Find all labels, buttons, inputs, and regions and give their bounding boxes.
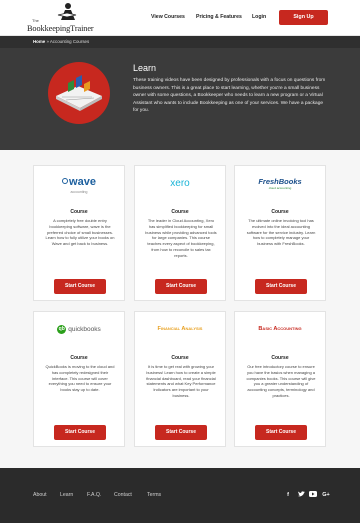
start-course-button-financial-analysis[interactable]: Start Course	[155, 425, 207, 440]
course-card-financial-analysis: Financial Analysis Course It is time to …	[134, 311, 226, 447]
logo-text: BookkeepingTrainer	[27, 24, 94, 33]
signup-button[interactable]: Sign Up	[279, 10, 328, 25]
hero-illustration	[48, 62, 110, 124]
course-card-wave: wave accounting Course A completely free…	[33, 165, 125, 301]
card-description: It is time to get real with growing your…	[146, 364, 216, 398]
site-footer: About Learn F.A.Q. Contact Terms f G+	[0, 468, 360, 523]
footer-link-contact[interactable]: Contact	[114, 492, 132, 498]
xero-logo-text: xero	[170, 177, 190, 189]
basic-accounting-logo: Basic Accounting	[235, 312, 325, 346]
freshbooks-logo-text: FreshBooks	[258, 176, 302, 186]
card-description: The ultimate online invoicing tool has e…	[246, 218, 316, 247]
card-heading: Course	[271, 209, 289, 215]
wave-logo-subtext: accounting	[70, 189, 88, 194]
wave-logo-icon	[62, 178, 69, 185]
breadcrumb-current: Accounting Courses	[49, 39, 90, 44]
card-heading: Course	[171, 355, 189, 361]
quickbooks-logo-icon: qb	[57, 324, 67, 334]
financial-analysis-logo-text: Financial Analysis	[157, 326, 203, 332]
site-logo[interactable]: The BookkeepingTrainer	[26, 2, 102, 34]
card-description: Our free introductory course to ensure y…	[246, 364, 316, 398]
nav-view-courses[interactable]: View Courses	[151, 14, 185, 20]
start-course-button-quickbooks[interactable]: Start Course	[54, 425, 106, 440]
wave-logo: wave accounting	[34, 166, 124, 200]
start-course-button-basic-accounting[interactable]: Start Course	[255, 425, 307, 440]
card-heading: Course	[70, 209, 88, 215]
reader-figure-icon	[57, 3, 77, 20]
breadcrumb-bar: Home » Accounting Courses	[0, 36, 360, 48]
card-description: The leader in Cloud Accounting, Xero has…	[145, 218, 217, 258]
card-description: QuickBooks is moving to the cloud and ha…	[45, 364, 115, 393]
logo-small-text: The	[32, 18, 39, 23]
wave-logo-text: wave	[69, 175, 96, 188]
start-course-button-freshbooks[interactable]: Start Course	[255, 279, 307, 294]
course-card-xero: xero Course The leader in Cloud Accounti…	[134, 165, 226, 301]
breadcrumb-home[interactable]: Home	[33, 39, 45, 44]
nav-pricing-features[interactable]: Pricing & Features	[196, 14, 242, 20]
freshbooks-logo: FreshBooks cloud accounting	[235, 166, 325, 200]
youtube-icon[interactable]	[309, 491, 317, 499]
course-card-quickbooks: qb quickbooks Course QuickBooks is moving…	[33, 311, 125, 447]
card-heading: Course	[171, 209, 189, 215]
course-card-freshbooks: FreshBooks cloud accounting Course The u…	[234, 165, 326, 301]
footer-link-about[interactable]: About	[33, 492, 47, 498]
site-header: The BookkeepingTrainer View Courses Pric…	[0, 0, 360, 36]
facebook-icon[interactable]: f	[284, 491, 292, 499]
financial-analysis-logo: Financial Analysis	[135, 312, 225, 346]
ledger-book-icon	[56, 75, 102, 111]
footer-link-faq[interactable]: F.A.Q.	[87, 492, 101, 498]
breadcrumb: Home » Accounting Courses	[33, 39, 89, 44]
card-heading: Course	[271, 355, 289, 361]
card-heading: Course	[70, 355, 88, 361]
course-card-basic-accounting: Basic Accounting Course Our free introdu…	[234, 311, 326, 447]
freshbooks-logo-subtext: cloud accounting	[268, 185, 292, 190]
basic-accounting-logo-text: Basic Accounting	[258, 326, 302, 332]
quickbooks-logo: qb quickbooks	[34, 312, 124, 346]
breadcrumb-separator: »	[46, 39, 49, 44]
start-course-button-wave[interactable]: Start Course	[54, 279, 106, 294]
xero-logo: xero	[135, 166, 225, 200]
card-description: A completely free double entry bookkeepi…	[45, 218, 115, 247]
footer-link-learn[interactable]: Learn	[60, 492, 73, 498]
hero-description: These training videos have been designed…	[133, 78, 326, 114]
google-plus-icon[interactable]: G+	[321, 491, 331, 499]
nav-login[interactable]: Login	[252, 14, 266, 20]
hero-title: Learn	[133, 63, 157, 73]
twitter-icon[interactable]	[297, 491, 305, 499]
start-course-button-xero[interactable]: Start Course	[155, 279, 207, 294]
quickbooks-logo-text: quickbooks	[68, 325, 101, 333]
footer-link-terms[interactable]: Terms	[147, 492, 161, 498]
